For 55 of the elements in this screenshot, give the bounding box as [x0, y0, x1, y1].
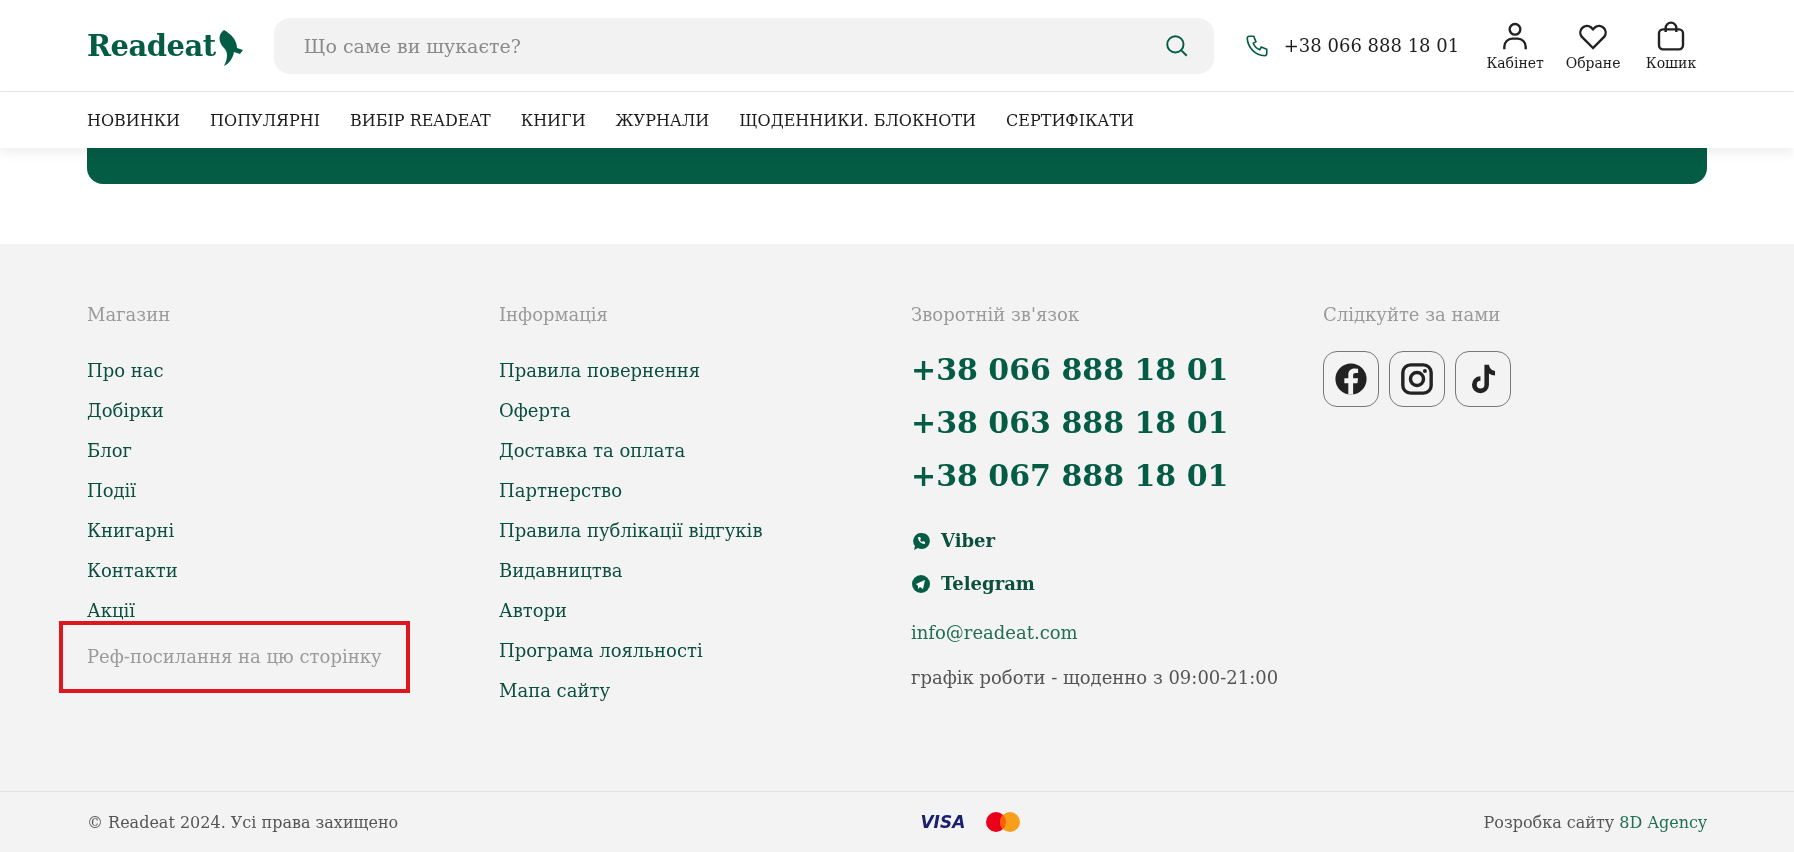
phone-link[interactable]: +38 063 888 18 01 [911, 396, 1229, 449]
telegram-icon [911, 573, 931, 594]
footer-link[interactable]: Добірки [87, 391, 164, 431]
footer-link[interactable]: Оферта [499, 391, 571, 431]
footer-link[interactable]: Події [87, 471, 137, 511]
visa-logo: VISA [920, 812, 966, 832]
tiktok-button[interactable] [1455, 351, 1511, 407]
footer-link[interactable]: Акції [87, 591, 135, 631]
email-link[interactable]: info@readeat.com [911, 622, 1078, 643]
instagram-button[interactable] [1389, 351, 1445, 407]
footer-link[interactable]: Про нас [87, 351, 164, 391]
copyright-text: © Readeat 2024. Усі права захищено [87, 812, 399, 832]
footer-link[interactable]: Правила публікації відгуків [499, 511, 763, 551]
credit-text: Розробка сайту 8D Agency [1483, 812, 1707, 832]
agency-link[interactable]: 8D Agency [1619, 812, 1707, 832]
search-field[interactable]: Що саме ви шукаєте? [273, 17, 1214, 74]
footer-link[interactable]: Партнерство [499, 471, 623, 511]
cart-button[interactable]: Кошик [1635, 20, 1707, 71]
nav-link[interactable]: ПОПУЛЯРНІ [210, 110, 320, 130]
column-heading: Інформація [499, 304, 609, 325]
messenger-link[interactable]: Viber [911, 530, 995, 551]
column-heading: Магазин [87, 304, 172, 325]
footer-link[interactable]: Доставка та оплата [499, 431, 686, 471]
footer-link[interactable]: Мапа сайту [499, 671, 610, 711]
phone-icon [1243, 32, 1270, 59]
nav-link[interactable]: ЩОДЕННИКИ. БЛОКНОТИ [739, 110, 977, 130]
shopping-bag-icon [1655, 20, 1687, 52]
footer-link[interactable]: Книгарні [87, 511, 175, 551]
footer-link[interactable]: Блог [87, 431, 132, 471]
nav-link[interactable]: КНИГИ [520, 110, 586, 130]
footer-link[interactable]: Видавництва [499, 551, 623, 591]
column-heading: Зворотній зв'язок [911, 304, 1081, 325]
account-button[interactable]: Кабінет [1479, 20, 1552, 71]
messenger-link[interactable]: Telegram [911, 573, 1035, 594]
viber-icon [911, 530, 931, 551]
facebook-button[interactable] [1323, 351, 1379, 407]
footer-link[interactable]: Контакти [87, 551, 178, 591]
footer-link[interactable]: Програма лояльності [499, 631, 703, 671]
phone-link[interactable]: +38 066 888 18 01 [911, 343, 1229, 396]
footer-link[interactable]: Правила повернення [499, 351, 701, 391]
working-hours: графік роботи - щоденно з 09:00-21:00 [911, 667, 1280, 688]
nav-link[interactable]: НОВИНКИ [87, 110, 181, 130]
nav-link[interactable]: СЕРТИФІКАТИ [1006, 110, 1135, 130]
column-heading: Слідкуйте за нами [1323, 304, 1502, 325]
header-phone[interactable]: +38 066 888 18 01 [1283, 35, 1460, 56]
mastercard-logo-icon [985, 811, 1022, 833]
footer-link[interactable]: Автори [499, 591, 568, 631]
phone-link[interactable]: +38 067 888 18 01 [911, 449, 1229, 502]
instagram-icon [1400, 362, 1434, 396]
logo[interactable]: Readeat [87, 28, 244, 63]
nav-link[interactable]: ЖУРНАЛИ [615, 110, 710, 130]
search-icon[interactable] [1163, 32, 1190, 59]
favorites-button[interactable]: Обране [1557, 20, 1630, 71]
facebook-icon [1334, 362, 1368, 396]
nav-link[interactable]: ВИБІР READEAT [350, 110, 491, 130]
